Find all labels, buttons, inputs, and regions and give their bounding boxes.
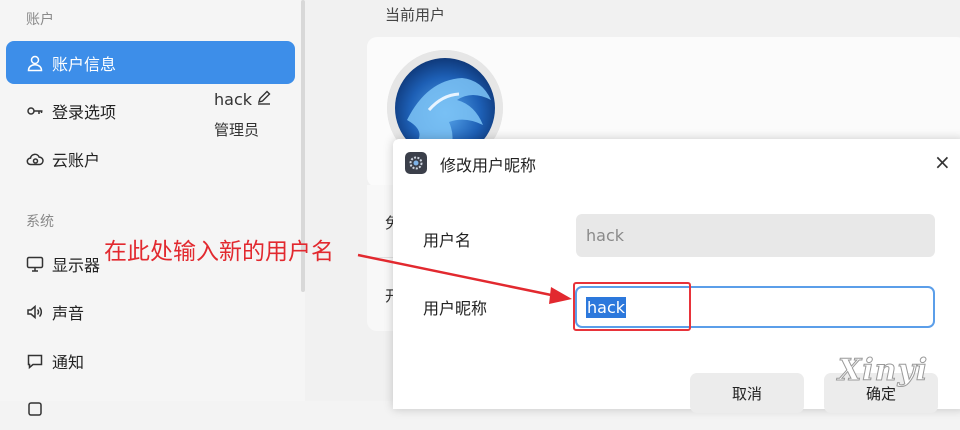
key-icon	[24, 102, 46, 120]
section-title-system: 系统	[26, 214, 54, 230]
user-icon	[24, 54, 46, 72]
page-title: 当前用户	[385, 6, 446, 24]
sidebar-item-label: 通知	[52, 352, 85, 372]
sidebar-item-sound[interactable]: 声音	[6, 290, 295, 333]
sidebar-item-account-info[interactable]: 账户信息	[6, 41, 295, 84]
sidebar: 账户 账户信息 登录选项 云账户 系统 显示器 声音 通知	[0, 0, 305, 416]
dialog-title: 修改用户昵称	[440, 156, 537, 175]
partial-icon	[24, 400, 46, 418]
sidebar-item-label: 云账户	[52, 150, 101, 170]
sidebar-item-label: 账户信息	[52, 54, 117, 74]
username-label: 用户名	[423, 231, 472, 250]
nickname-label: 用户昵称	[423, 299, 488, 318]
edit-pencil-icon[interactable]	[256, 89, 272, 109]
close-icon[interactable]: ×	[934, 151, 951, 173]
settings-app-icon	[405, 152, 427, 174]
sidebar-item-cloud-account[interactable]: 云账户	[6, 137, 295, 180]
sidebar-item-partial[interactable]	[6, 387, 295, 430]
sidebar-item-label: 登录选项	[52, 102, 117, 122]
highlight-box	[573, 282, 691, 331]
chat-bubble-icon	[24, 352, 46, 370]
cloud-icon	[24, 150, 46, 168]
speaker-icon	[24, 303, 46, 321]
user-role: 管理员	[214, 121, 260, 139]
username-display: hack	[214, 89, 272, 109]
sidebar-item-notifications[interactable]: 通知	[6, 339, 295, 382]
watermark: Xinyi	[837, 353, 929, 389]
sidebar-item-label: 声音	[52, 303, 85, 323]
section-title-account: 账户	[26, 12, 54, 28]
username-field: hack	[576, 214, 935, 257]
cancel-button[interactable]: 取消	[690, 373, 804, 413]
monitor-icon	[24, 255, 46, 273]
annotation-text: 在此处输入新的用户名	[104, 239, 334, 265]
username-text: hack	[214, 89, 253, 109]
sidebar-item-label: 显示器	[52, 255, 101, 275]
